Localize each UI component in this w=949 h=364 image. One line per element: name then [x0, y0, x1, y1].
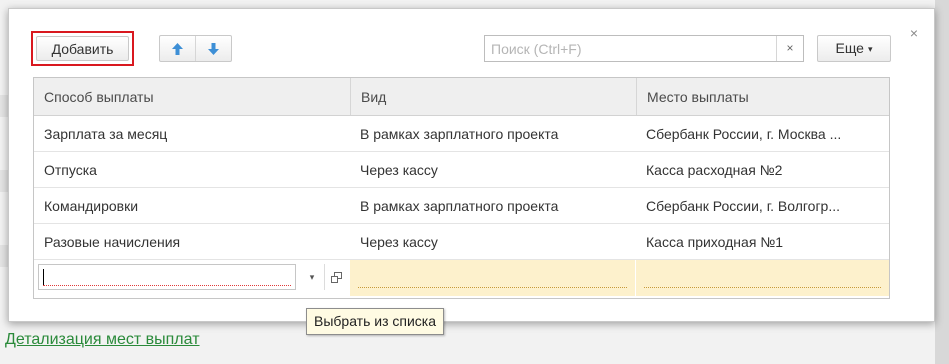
cell-type: В рамках зарплатного проекта	[360, 126, 559, 142]
cell-method: Отпуска	[44, 162, 97, 178]
cell-type: Через кассу	[360, 234, 438, 250]
search-clear-button[interactable]: ×	[776, 36, 803, 61]
cell-place: Касса расходная №2	[646, 162, 783, 178]
cell-place: Касса приходная №1	[646, 234, 784, 250]
tooltip: Выбрать из списка	[306, 308, 445, 335]
cell-place: Сбербанк России, г. Москва ...	[646, 126, 842, 142]
close-icon[interactable]: ×	[906, 25, 922, 41]
payment-places-detail-link[interactable]: Детализация мест выплат	[5, 331, 200, 349]
edit-cell-type[interactable]	[349, 260, 636, 296]
open-form-button[interactable]	[324, 264, 347, 290]
table-row[interactable]: Зарплата за месяц В рамках зарплатного п…	[34, 116, 889, 152]
edit-cell-place[interactable]	[635, 260, 889, 296]
move-buttons	[159, 35, 232, 62]
add-button-highlight: Добавить	[31, 31, 134, 66]
arrow-up-icon	[172, 42, 183, 55]
open-form-icon	[330, 271, 342, 283]
add-button[interactable]: Добавить	[36, 36, 129, 61]
required-underline	[644, 287, 881, 288]
move-down-button[interactable]	[195, 36, 231, 61]
table-row-editing: ▾	[34, 260, 889, 296]
search-input[interactable]	[485, 36, 776, 61]
table-header: Способ выплаты Вид Место выплаты	[34, 78, 889, 116]
cell-type: Через кассу	[360, 162, 438, 178]
cell-place: Сбербанк России, г. Волгогр...	[646, 198, 841, 214]
cell-method: Командировки	[44, 198, 139, 214]
table-row[interactable]: Разовые начисления Через кассу Касса при…	[34, 224, 889, 260]
column-header-place[interactable]: Место выплаты	[636, 78, 889, 115]
search-box: ×	[484, 35, 804, 62]
more-label: Еще	[835, 40, 864, 56]
edit-cell-method: ▾	[34, 260, 350, 296]
required-underline	[357, 287, 628, 288]
payment-methods-dialog: × Добавить × Еще▾ Способ выплаты Вид Мес…	[8, 8, 935, 322]
more-button[interactable]: Еще ▾	[817, 35, 891, 62]
method-input[interactable]	[38, 264, 296, 290]
move-up-button[interactable]	[160, 36, 195, 61]
column-header-method[interactable]: Способ выплаты	[34, 78, 350, 115]
text-cursor	[43, 269, 44, 286]
table-row[interactable]: Командировки В рамках зарплатного проект…	[34, 188, 889, 224]
arrow-down-icon	[208, 42, 219, 55]
payment-methods-table: Способ выплаты Вид Место выплаты Зарплат…	[33, 77, 890, 299]
table-row[interactable]: Отпуска Через кассу Касса расходная №2	[34, 152, 889, 188]
background-edge	[935, 0, 949, 364]
cell-type: В рамках зарплатного проекта	[360, 198, 559, 214]
chevron-down-icon: ▾	[867, 44, 873, 54]
cell-method: Разовые начисления	[44, 234, 181, 250]
required-underline	[43, 285, 291, 286]
column-header-type[interactable]: Вид	[350, 78, 636, 115]
dropdown-arrow-icon[interactable]: ▾	[302, 264, 322, 290]
cell-method: Зарплата за месяц	[44, 126, 168, 142]
